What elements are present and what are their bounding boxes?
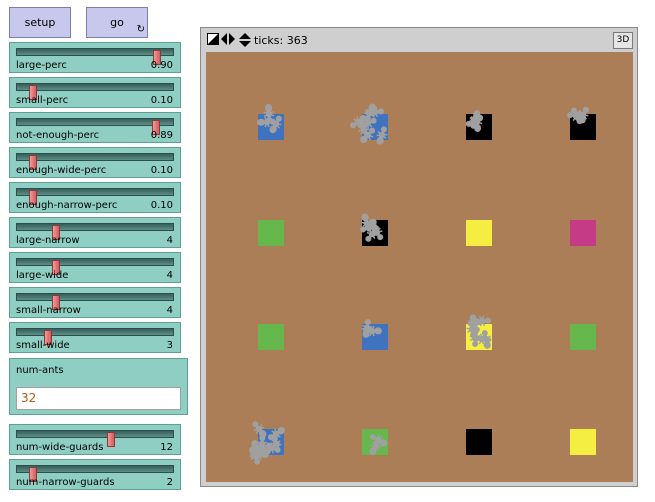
slider-track[interactable] <box>16 223 174 240</box>
patch <box>570 220 596 246</box>
slider-track[interactable] <box>16 188 174 205</box>
slider-track[interactable] <box>16 118 174 135</box>
ant <box>480 329 492 349</box>
patch <box>570 324 596 350</box>
view-toolbar: ticks: 363 3D <box>201 28 637 51</box>
slider-value: 0.10 <box>150 95 173 106</box>
slider-label: large-wide <box>16 270 69 281</box>
patch <box>258 324 284 350</box>
slider-value: 2 <box>166 477 173 488</box>
left-right-arrows-icon[interactable] <box>221 33 235 47</box>
slider-value: 0.10 <box>150 165 173 176</box>
slider-value: 4 <box>166 235 173 246</box>
slider-not-enough-perc[interactable]: not-enough-perc 0.89 <box>9 112 181 143</box>
go-button-label: go <box>110 16 124 29</box>
slider-label: small-wide <box>16 340 70 351</box>
slider-small-perc[interactable]: small-perc 0.10 <box>9 77 181 108</box>
slider-track[interactable] <box>16 48 174 65</box>
patch <box>466 220 492 246</box>
slider-track[interactable] <box>16 293 174 310</box>
world-canvas[interactable] <box>206 52 633 482</box>
slider-handle[interactable] <box>106 432 115 447</box>
slider-value: 3 <box>166 340 173 351</box>
ticks-counter: ticks: 363 <box>254 34 308 47</box>
slider-enough-wide-perc[interactable]: enough-wide-perc 0.10 <box>9 147 181 178</box>
slider-small-narrow[interactable]: small-narrow 4 <box>9 287 181 318</box>
patch <box>570 429 596 455</box>
slider-value: 0.10 <box>150 200 173 211</box>
slider-large-narrow[interactable]: large-narrow 4 <box>9 217 181 248</box>
slider-track[interactable] <box>16 83 174 100</box>
edit-toggle-icon[interactable] <box>207 33 219 47</box>
num-ants-label: num-ants <box>16 365 64 376</box>
up-down-arrows-icon[interactable] <box>239 33 251 49</box>
slider-label: small-perc <box>16 95 69 106</box>
slider-num-narrow-guards[interactable]: num-narrow-guards 2 <box>9 459 181 490</box>
slider-label: enough-narrow-perc <box>16 200 118 211</box>
slider-track[interactable] <box>16 328 174 345</box>
slider-track[interactable] <box>16 153 174 170</box>
slider-label: not-enough-perc <box>16 130 100 141</box>
setup-button[interactable]: setup <box>9 7 71 38</box>
slider-label: small-narrow <box>16 305 81 316</box>
go-button[interactable]: go ↻ <box>86 7 148 38</box>
slider-enough-narrow-perc[interactable]: enough-narrow-perc 0.10 <box>9 182 181 213</box>
setup-button-label: setup <box>24 16 56 29</box>
num-ants-input[interactable]: 32 <box>16 387 181 410</box>
num-ants-input-box: num-ants 32 <box>9 358 188 415</box>
slider-label: large-perc <box>16 60 67 71</box>
world-view: ticks: 363 3D <box>200 27 638 487</box>
slider-num-wide-guards[interactable]: num-wide-guards 12 <box>9 424 181 455</box>
slider-value: 12 <box>160 442 173 453</box>
slider-label: num-narrow-guards <box>16 477 115 488</box>
3d-button[interactable]: 3D <box>613 32 633 49</box>
slider-label: large-narrow <box>16 235 80 246</box>
slider-value: 0.90 <box>150 60 173 71</box>
slider-track[interactable] <box>16 258 174 275</box>
slider-track[interactable] <box>16 430 174 447</box>
slider-large-wide[interactable]: large-wide 4 <box>9 252 181 283</box>
slider-label: num-wide-guards <box>16 442 104 453</box>
slider-small-wide[interactable]: small-wide 3 <box>9 322 181 353</box>
slider-value: 4 <box>166 305 173 316</box>
patch <box>258 220 284 246</box>
ant <box>361 318 373 338</box>
forever-loop-icon: ↻ <box>136 24 145 35</box>
slider-value: 4 <box>166 270 173 281</box>
slider-value: 0.89 <box>150 130 173 141</box>
slider-track[interactable] <box>16 465 174 482</box>
slider-label: enough-wide-perc <box>16 165 107 176</box>
slider-large-perc[interactable]: large-perc 0.90 <box>9 42 181 73</box>
patch <box>466 429 492 455</box>
